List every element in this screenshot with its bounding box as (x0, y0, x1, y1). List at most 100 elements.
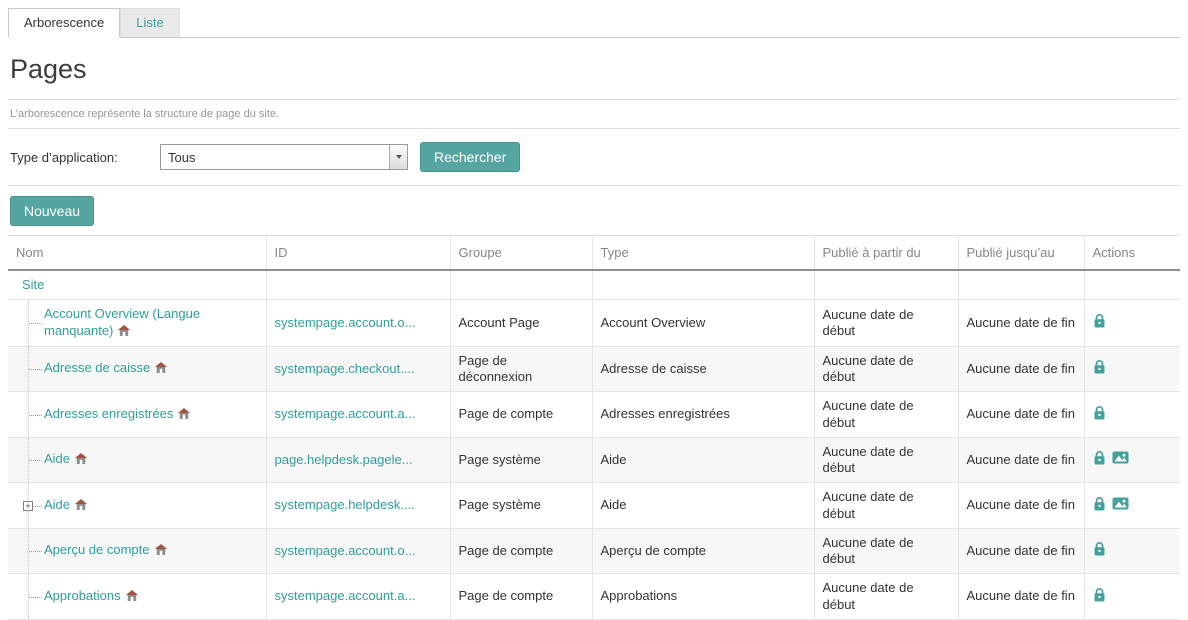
actions-cell (1084, 392, 1180, 438)
group-cell: Page de déconnexion (450, 346, 592, 392)
table-row: Aide page.helpdesk.pagele... Page systèm… (8, 437, 1180, 483)
group-cell: Page de compte (450, 528, 592, 574)
new-button[interactable]: Nouveau (10, 196, 94, 226)
group-cell: Page de compte (450, 392, 592, 438)
actions-cell (1084, 574, 1180, 620)
image-icon[interactable] (1112, 496, 1129, 515)
group-cell: Account Page (450, 300, 592, 347)
table-row: Approbations systempage.account.a... Pag… (8, 574, 1180, 620)
type-cell: Aide (592, 437, 814, 483)
toolbar: Nouveau (8, 186, 1180, 235)
lock-icon[interactable] (1093, 405, 1106, 424)
page-name-link[interactable]: Aide (44, 451, 70, 466)
type-cell: Adresses enregistrées (592, 392, 814, 438)
type-cell: Approbations (592, 574, 814, 620)
published-from-cell: Aucune date de début (814, 346, 958, 392)
page-id-link[interactable]: page.helpdesk.pagele... (275, 452, 413, 467)
shared-page-icon (118, 324, 130, 340)
select-value: Tous (161, 150, 389, 165)
lock-icon[interactable] (1093, 359, 1106, 378)
lock-icon[interactable] (1093, 313, 1106, 332)
shared-page-icon (75, 498, 87, 514)
published-to-cell: Aucune date de fin (958, 574, 1084, 620)
tab-arborescence[interactable]: Arborescence (8, 8, 120, 38)
actions-cell (1084, 300, 1180, 347)
expand-button[interactable]: + (23, 501, 33, 511)
column-header-publie-jusquau: Publié jusqu’au (958, 236, 1084, 271)
page-name-link[interactable]: Approbations (44, 588, 121, 603)
lock-icon[interactable] (1093, 450, 1106, 469)
page-id-link[interactable]: systempage.checkout.... (275, 361, 415, 376)
page-id-link[interactable]: systempage.account.o... (275, 315, 416, 330)
column-header-nom: Nom (8, 236, 266, 271)
published-to-cell: Aucune date de fin (958, 483, 1084, 529)
page-id-link[interactable]: systempage.account.a... (275, 406, 416, 421)
tab-bar: Arborescence Liste (8, 8, 1180, 38)
shared-page-icon (75, 452, 87, 468)
type-cell: Adresse de caisse (592, 346, 814, 392)
group-cell: Page système (450, 437, 592, 483)
tree-connector-icon (29, 460, 42, 461)
actions-cell (1084, 483, 1180, 529)
page-name-link[interactable]: Adresses enregistrées (44, 406, 173, 421)
tree-connector-icon (29, 323, 42, 324)
published-from-cell: Aucune date de début (814, 300, 958, 347)
table-row: Adresse de caisse systempage.checkout...… (8, 346, 1180, 392)
search-button[interactable]: Rechercher (420, 142, 520, 172)
page-id-link[interactable]: systempage.account.a... (275, 588, 416, 603)
published-from-cell: Aucune date de début (814, 574, 958, 620)
application-type-select[interactable]: Tous (160, 144, 408, 170)
tree-connector-icon (29, 551, 42, 552)
site-link[interactable]: Site (22, 277, 44, 292)
page-id-link[interactable]: systempage.account.o... (275, 543, 416, 558)
published-to-cell: Aucune date de fin (958, 346, 1084, 392)
lock-icon[interactable] (1093, 496, 1106, 515)
column-header-id: ID (266, 236, 450, 271)
tree-connector-icon (29, 597, 42, 598)
published-from-cell: Aucune date de début (814, 483, 958, 529)
column-header-actions: Actions (1084, 236, 1180, 271)
tree-connector-icon (29, 369, 42, 370)
image-icon[interactable] (1112, 450, 1129, 469)
column-header-groupe: Groupe (450, 236, 592, 271)
tab-liste[interactable]: Liste (120, 8, 179, 37)
pages-table: Nom ID Groupe Type Publié à partir du Pu… (8, 235, 1180, 620)
shared-page-icon (155, 361, 167, 377)
published-to-cell: Aucune date de fin (958, 392, 1084, 438)
page-description: L’arborescence représente la structure d… (8, 100, 1180, 129)
actions-cell (1084, 528, 1180, 574)
pages-admin-view: Arborescence Liste Pages L’arborescence … (0, 0, 1188, 620)
lock-icon[interactable] (1093, 587, 1106, 606)
page-name-link[interactable]: Adresse de caisse (44, 360, 150, 375)
application-type-label: Type d’application: (10, 150, 160, 165)
published-to-cell: Aucune date de fin (958, 300, 1084, 347)
type-cell: Aide (592, 483, 814, 529)
tree-connector-icon (29, 415, 42, 416)
lock-icon[interactable] (1093, 541, 1106, 560)
table-row: Aperçu de compte systempage.account.o...… (8, 528, 1180, 574)
published-from-cell: Aucune date de début (814, 437, 958, 483)
published-to-cell: Aucune date de fin (958, 437, 1084, 483)
filter-row: Type d’application: Tous Rechercher (8, 129, 1180, 186)
table-row: Adresses enregistrées systempage.account… (8, 392, 1180, 438)
table-body: Site Account Overview (Langue manquante)… (8, 270, 1180, 619)
type-cell: Account Overview (592, 300, 814, 347)
shared-page-icon (155, 543, 167, 559)
chevron-down-icon[interactable] (389, 145, 407, 169)
page-name-link[interactable]: Aperçu de compte (44, 542, 150, 557)
site-root-row: Site (8, 270, 1180, 300)
page-name-link[interactable]: Aide (44, 497, 70, 512)
page-title: Pages (8, 38, 1180, 100)
actions-cell (1084, 346, 1180, 392)
shared-page-icon (126, 589, 138, 605)
group-cell: Page système (450, 483, 592, 529)
type-cell: Aperçu de compte (592, 528, 814, 574)
published-from-cell: Aucune date de début (814, 392, 958, 438)
shared-page-icon (178, 407, 190, 423)
actions-cell (1084, 437, 1180, 483)
page-id-link[interactable]: systempage.helpdesk.... (275, 497, 415, 512)
published-to-cell: Aucune date de fin (958, 528, 1084, 574)
table-row: Account Overview (Langue manquante) syst… (8, 300, 1180, 347)
table-header-row: Nom ID Groupe Type Publié à partir du Pu… (8, 236, 1180, 271)
group-cell: Page de compte (450, 574, 592, 620)
